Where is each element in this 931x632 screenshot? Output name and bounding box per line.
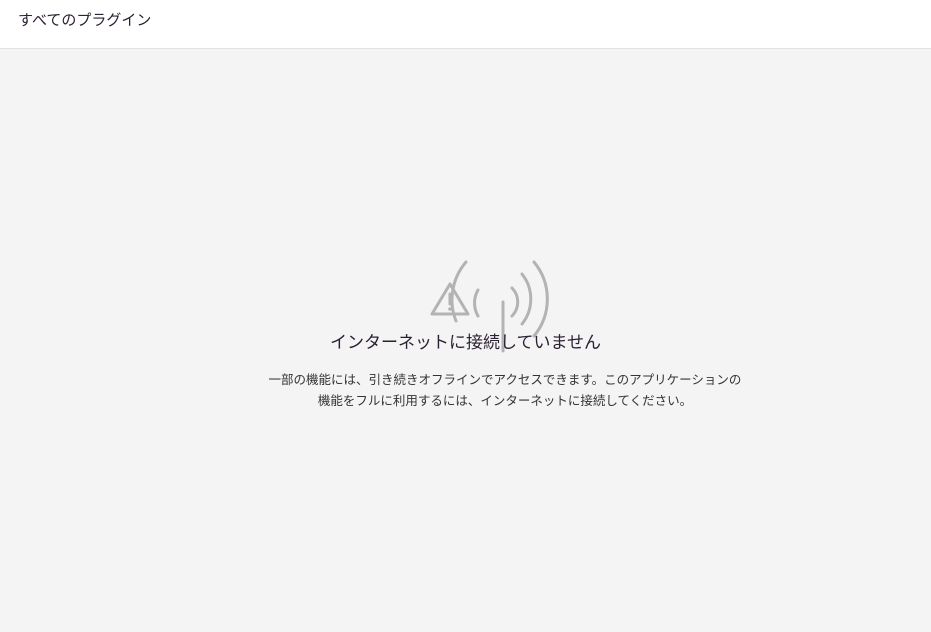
right-outer-wave	[532, 260, 549, 338]
page-title: すべてのプラグイン	[18, 11, 152, 29]
right-middle-wave	[520, 272, 533, 326]
warning-triangle	[430, 282, 470, 316]
offline-heading: インターネットに接続していません	[330, 333, 601, 353]
offline-message: 一部の機能には、引き続きオフラインでアクセスできます。このアプリケーションの 機…	[255, 369, 755, 411]
offline-message-line-1: 一部の機能には、引き続きオフラインでアクセスできます。このアプリケーションの	[268, 372, 742, 387]
left-inner-wave	[473, 288, 480, 318]
right-inner-wave	[510, 286, 520, 318]
offline-message-line-2: 機能をフルに利用するには、インターネットに接続してください。	[317, 393, 693, 408]
top-bar: すべてのプラグイン	[0, 0, 931, 49]
